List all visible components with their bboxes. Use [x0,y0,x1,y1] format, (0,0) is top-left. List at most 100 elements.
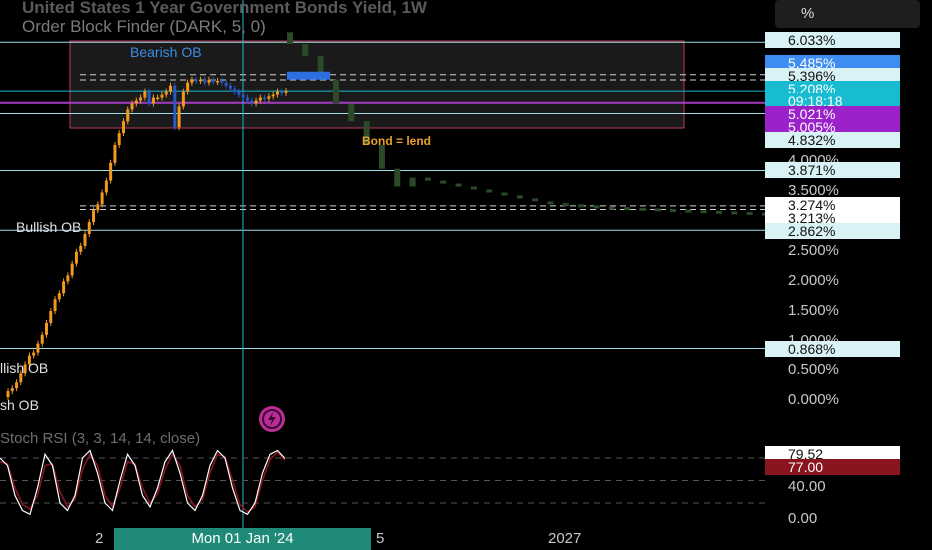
candle [104,180,108,193]
candle [40,334,44,344]
candle [216,80,220,83]
candle [250,100,254,104]
forecast-candle [562,203,569,207]
forecast-candle [516,195,523,199]
indicator-logo-icon[interactable] [259,406,285,432]
candle [186,82,190,92]
forecast-candle [332,79,339,104]
candle [53,299,57,312]
time-axis-label: 2027 [548,530,582,547]
candle [198,79,202,82]
candle [130,103,134,110]
forecast-candle [654,208,661,212]
candle [267,96,271,99]
candle [70,263,74,276]
price-tick: 0.000% [788,391,839,408]
forecast-candle [547,201,554,205]
candle [134,100,138,104]
bullish-ob-label-1: Bullish OB [16,219,82,235]
bullish-ob-label-3: sh OB [0,397,39,413]
candle [280,91,284,94]
price-tag-level: 2.862% [765,223,900,239]
forecast-candle [593,205,600,209]
candle [275,91,279,95]
candle [151,97,155,104]
candle [194,79,198,82]
candle [143,91,147,98]
candle [258,97,262,101]
forecast-candle [578,204,585,208]
rsi-tick: 0.00 [788,510,818,527]
price-tag-high: 6.033% [765,32,900,48]
candle [57,293,61,300]
candle [147,91,151,104]
candle [173,85,177,128]
forecast-candle [608,206,615,210]
forecast-candle [455,183,462,187]
candle [32,352,36,356]
forecast-candle [746,212,753,216]
candle [15,382,19,389]
candle [87,222,91,234]
forecast-candle [501,192,508,196]
forecast-candle [716,210,723,214]
candle [207,79,211,83]
candle [109,162,113,181]
price-tag-low: 0.868% [765,341,900,357]
forecast-candle [639,207,646,211]
candle [156,97,160,100]
forecast-candle [486,189,493,193]
candle [96,204,100,211]
candle [271,94,275,97]
price-tick: 0.500% [788,361,839,378]
candle [181,91,185,107]
bond-annotation: Bond = lend [362,134,431,148]
forecast-candle [685,209,692,213]
candle [228,85,232,89]
forecast-candle [532,198,539,202]
candle [284,91,288,93]
percent-scale-button[interactable]: % [775,0,920,28]
candle [79,245,83,252]
price-tick: 1.500% [788,302,839,319]
candle [66,275,70,282]
crosshair-date-tag: Mon 01 Jan '24 [114,528,371,550]
indicator-subtitle: Order Block Finder (DARK, 5, 0) [22,17,266,36]
forecast-candle [470,186,477,190]
candle [177,106,181,128]
candle [121,121,125,134]
candle [113,145,117,163]
forecast-candle [302,44,309,57]
forecast-candle [731,211,738,215]
forecast-candle [670,209,677,213]
candle [83,233,87,246]
bullish-ob-label-2: llish OB [0,360,49,376]
rsi-tick: 40.00 [788,478,826,495]
stoch-k-line [0,449,286,516]
candle [117,133,121,146]
candle [220,80,224,83]
price-tag-level: 3.871% [765,162,900,178]
candle [74,251,78,264]
chart-title: United States 1 Year Government Bonds Yi… [22,0,427,17]
candle [44,322,48,335]
candle [100,192,104,205]
time-axis-label: 2 [95,530,104,547]
stoch-rsi-label: Stoch RSI (3, 3, 14, 14, close) [0,430,201,447]
candle [160,94,164,98]
candle [190,79,194,83]
bearish-ob-label: Bearish OB [130,44,202,60]
price-tag-ob-bottom: 4.832% [765,132,900,148]
candle [263,97,267,100]
forecast-candle [440,180,447,184]
candle [169,85,173,92]
forecast-candle [287,32,293,45]
candle [10,388,14,392]
candle [233,88,237,92]
candle [49,311,53,323]
candle [92,210,96,223]
forecast-candle [424,177,431,181]
candle [203,79,207,83]
candle [139,97,143,101]
forecast-candle [348,103,355,122]
